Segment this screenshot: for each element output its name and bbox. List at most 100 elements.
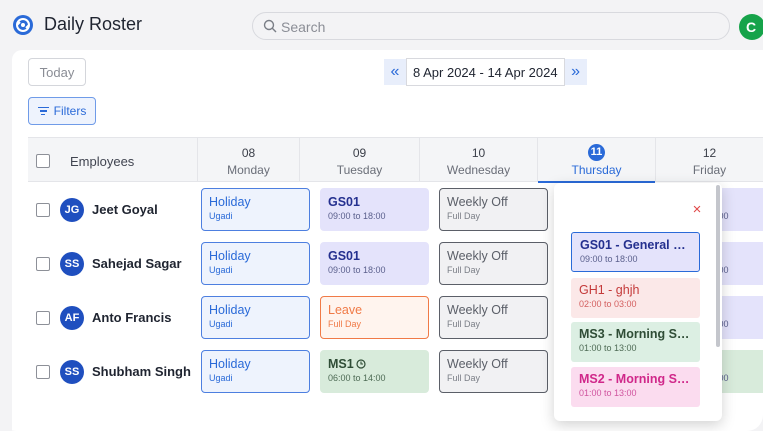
shift-subtitle: :00 xyxy=(716,211,729,221)
day-number-today: 11 xyxy=(588,144,605,161)
shift-option[interactable]: GS01 - General Sh... 09:00 to 18:00 xyxy=(571,232,700,272)
day-name: Tuesday xyxy=(336,163,383,177)
shift-subtitle: :00 xyxy=(716,265,729,275)
shift-subtitle: Full Day xyxy=(328,319,362,329)
shift-title: MS1 xyxy=(328,357,354,371)
shift-option-time: 01:00 to 13:00 xyxy=(579,388,637,398)
select-all-checkbox[interactable] xyxy=(36,154,50,168)
employee-name[interactable]: Sahejad Sagar xyxy=(92,256,182,271)
filters-button[interactable]: Filters xyxy=(28,97,96,125)
shift-cell-ms1[interactable]: MS1 06:00 to 14:00 xyxy=(320,350,429,393)
today-button[interactable]: Today xyxy=(28,58,86,86)
shift-title: Holiday xyxy=(209,249,251,263)
employees-column-header: Employees xyxy=(70,154,135,169)
shift-cell-holiday[interactable]: Holiday Ugadi xyxy=(201,242,310,285)
close-icon[interactable]: × xyxy=(690,202,704,217)
shift-subtitle: Ugadi xyxy=(209,319,233,329)
shift-option-title: MS2 - Morning Sh... xyxy=(579,372,692,386)
day-header-fri: 12 Friday xyxy=(655,138,763,182)
next-week-button[interactable]: » xyxy=(564,59,587,85)
shift-title: Leave xyxy=(328,303,363,317)
shift-title-row: MS1 xyxy=(328,357,421,371)
shift-option[interactable]: MS3 - Morning Sh... 01:00 to 13:00 xyxy=(571,322,700,362)
shift-title: Weekly Off xyxy=(447,357,508,371)
day-name: Wednesday xyxy=(446,163,511,177)
shift-cell-gs01[interactable]: GS01 09:00 to 18:00 xyxy=(320,242,429,285)
shift-cell-weekly-off[interactable]: Weekly Off Full Day xyxy=(439,350,548,393)
shift-subtitle: 06:00 to 14:00 xyxy=(328,373,386,383)
employee-name[interactable]: Shubham Singh xyxy=(92,364,191,379)
shift-cell-leave[interactable]: Leave Full Day xyxy=(320,296,429,339)
shift-subtitle: Full Day xyxy=(447,319,481,329)
avatar: AF xyxy=(60,306,84,330)
shift-cell-weekly-off[interactable]: Weekly Off Full Day xyxy=(439,188,548,231)
day-name: Thursday xyxy=(571,163,622,177)
search-input[interactable] xyxy=(281,17,701,37)
shift-title: Weekly Off xyxy=(447,195,508,209)
shift-subtitle: Ugadi xyxy=(209,373,233,383)
day-header-tue: 09 Tuesday xyxy=(299,138,419,182)
shift-title: GS01 xyxy=(328,195,360,209)
date-navigator: « 8 Apr 2024 - 14 Apr 2024 » xyxy=(384,58,587,86)
avatar: SS xyxy=(60,252,84,276)
shift-title: Holiday xyxy=(209,195,251,209)
shift-title: GS01 xyxy=(328,249,360,263)
top-bar: Daily Roster C xyxy=(0,0,763,50)
shift-subtitle: Full Day xyxy=(447,265,481,275)
shift-option[interactable]: GH1 - ghjh 02:00 to 03:00 xyxy=(571,278,700,318)
shift-subtitle: Ugadi xyxy=(209,265,233,275)
shift-title: Weekly Off xyxy=(447,303,508,317)
day-header-thu: 11 Thursday xyxy=(537,138,655,183)
shift-option-time: 09:00 to 18:00 xyxy=(580,254,638,264)
day-number: 10 xyxy=(471,146,486,160)
employee-name[interactable]: Jeet Goyal xyxy=(92,202,158,217)
shift-subtitle: :00 xyxy=(716,319,729,329)
day-name: Monday xyxy=(227,163,270,177)
shift-option[interactable]: MS2 - Morning Sh... 01:00 to 13:00 xyxy=(571,367,700,407)
help-widget-label: C xyxy=(746,19,757,35)
popover-scrollbar[interactable] xyxy=(716,185,720,347)
date-range-label[interactable]: 8 Apr 2024 - 14 Apr 2024 xyxy=(406,58,565,86)
shift-subtitle: Full Day xyxy=(447,373,481,383)
shift-title: Weekly Off xyxy=(447,249,508,263)
clock-icon xyxy=(356,359,366,369)
avatar: SS xyxy=(60,360,84,384)
day-number: 12 xyxy=(702,146,717,160)
shift-subtitle: 09:00 to 18:00 xyxy=(328,211,386,221)
shift-option-title: MS3 - Morning Sh... xyxy=(579,327,692,341)
row-checkbox[interactable] xyxy=(36,203,50,217)
previous-week-button[interactable]: « xyxy=(384,59,406,85)
avatar: JG xyxy=(60,198,84,222)
shift-subtitle: Full Day xyxy=(447,211,481,221)
search-bar[interactable] xyxy=(252,12,730,40)
employee-name[interactable]: Anto Francis xyxy=(92,310,171,325)
search-icon xyxy=(263,19,277,33)
help-widget-button[interactable]: C xyxy=(739,14,763,40)
day-name: Friday xyxy=(692,163,727,177)
row-checkbox[interactable] xyxy=(36,365,50,379)
day-number: 09 xyxy=(352,146,367,160)
shift-title: Holiday xyxy=(209,357,251,371)
shift-title: Holiday xyxy=(209,303,251,317)
shift-cell-holiday[interactable]: Holiday Ugadi xyxy=(201,296,310,339)
day-number: 08 xyxy=(241,146,256,160)
day-header-wed: 10 Wednesday xyxy=(419,138,537,182)
shift-option-title: GS01 - General Sh... xyxy=(580,238,691,252)
roster-header: Employees 08 Monday 09 Tuesday 10 Wednes… xyxy=(28,137,763,183)
shift-cell-weekly-off[interactable]: Weekly Off Full Day xyxy=(439,242,548,285)
shift-option-time: 02:00 to 03:00 xyxy=(579,299,637,309)
shift-cell-weekly-off[interactable]: Weekly Off Full Day xyxy=(439,296,548,339)
shift-cell-holiday[interactable]: Holiday Ugadi xyxy=(201,350,310,393)
shift-subtitle: Ugadi xyxy=(209,211,233,221)
shift-cell-gs01[interactable]: GS01 09:00 to 18:00 xyxy=(320,188,429,231)
app-window: Daily Roster C Today « 8 Apr 2024 - 14 A… xyxy=(0,0,763,431)
app-title: Daily Roster xyxy=(44,14,143,34)
row-checkbox[interactable] xyxy=(36,257,50,271)
row-checkbox[interactable] xyxy=(36,311,50,325)
shift-option-title: GH1 - ghjh xyxy=(579,283,640,297)
day-header-mon: 08 Monday xyxy=(197,138,299,182)
filters-label: Filters xyxy=(53,104,87,118)
shift-option-time: 01:00 to 13:00 xyxy=(579,343,637,353)
shift-picker-popover: × GS01 - General Sh... 09:00 to 18:00 GH… xyxy=(554,183,722,421)
shift-cell-holiday[interactable]: Holiday Ugadi xyxy=(201,188,310,231)
